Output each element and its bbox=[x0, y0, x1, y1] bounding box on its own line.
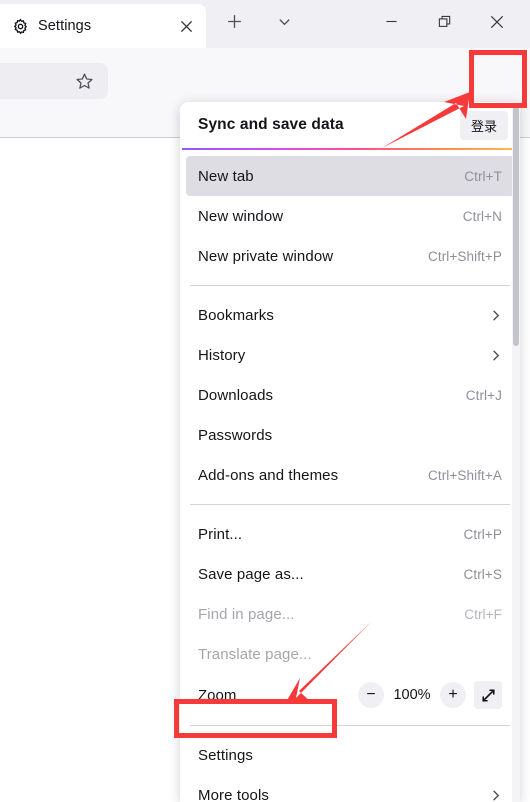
menu-item-label: New tab bbox=[198, 167, 254, 185]
menu-item-print[interactable]: Print... Ctrl+P bbox=[186, 514, 514, 554]
menu-separator bbox=[190, 504, 510, 505]
menu-item-label: New window bbox=[198, 207, 284, 225]
expand-icon[interactable] bbox=[474, 681, 502, 709]
menu-item-find-in-page: Find in page... Ctrl+F bbox=[186, 594, 514, 634]
window-restore-button[interactable] bbox=[422, 0, 468, 48]
menu-item-save-page-as[interactable]: Save page as... Ctrl+S bbox=[186, 554, 514, 594]
menu-item-new-tab[interactable]: New tab Ctrl+T bbox=[186, 156, 514, 196]
new-tab-button[interactable] bbox=[221, 11, 247, 37]
chevron-right-icon bbox=[489, 349, 502, 362]
menu-item-shortcut: Ctrl+F bbox=[464, 606, 502, 622]
sync-and-save-row: Sync and save data 登录 bbox=[180, 102, 520, 148]
menu-item-label: History bbox=[198, 346, 246, 364]
menu-separator bbox=[190, 725, 510, 726]
menu-item-zoom: Zoom − 100% + bbox=[186, 674, 514, 716]
menu-item-label: Settings bbox=[198, 746, 253, 764]
zoom-in-button[interactable]: + bbox=[440, 682, 466, 708]
sync-title: Sync and save data bbox=[198, 116, 344, 133]
menu-item-history[interactable]: History bbox=[186, 335, 514, 375]
address-bar[interactable] bbox=[0, 63, 108, 99]
menu-separator bbox=[190, 285, 510, 286]
menu-item-shortcut: Ctrl+T bbox=[464, 168, 502, 184]
zoom-label: Zoom bbox=[198, 686, 237, 704]
menu-item-label: Bookmarks bbox=[198, 306, 274, 324]
tab-list-button[interactable] bbox=[271, 11, 297, 37]
window-minimize-button[interactable] bbox=[368, 0, 414, 48]
menu-item-more-tools[interactable]: More tools bbox=[186, 775, 514, 802]
menu-item-label: Print... bbox=[198, 525, 243, 543]
menu-item-label: Save page as... bbox=[198, 565, 304, 583]
menu-item-shortcut: Ctrl+N bbox=[462, 208, 502, 224]
menu-group-page: Print... Ctrl+P Save page as... Ctrl+S F… bbox=[180, 508, 520, 722]
menu-item-new-window[interactable]: New window Ctrl+N bbox=[186, 196, 514, 236]
menu-item-translate-page: Translate page... bbox=[186, 634, 514, 674]
minimize-icon bbox=[385, 15, 398, 33]
menu-item-addons-and-themes[interactable]: Add-ons and themes Ctrl+Shift+A bbox=[186, 455, 514, 495]
menu-item-passwords[interactable]: Passwords bbox=[186, 415, 514, 455]
gear-icon bbox=[11, 17, 29, 35]
menu-item-downloads[interactable]: Downloads Ctrl+J bbox=[186, 375, 514, 415]
menu-item-label: New private window bbox=[198, 247, 334, 265]
menu-item-shortcut: Ctrl+J bbox=[465, 387, 502, 403]
menu-scrollbar-thumb[interactable] bbox=[513, 106, 519, 346]
menu-item-label: Find in page... bbox=[198, 605, 295, 623]
sign-in-button[interactable]: 登录 bbox=[459, 110, 508, 140]
menu-item-settings[interactable]: Settings bbox=[186, 735, 514, 775]
window-close-button[interactable] bbox=[474, 0, 520, 48]
chevron-down-icon bbox=[277, 14, 292, 34]
chevron-right-icon bbox=[489, 309, 502, 322]
star-icon[interactable] bbox=[75, 72, 94, 91]
menu-item-shortcut: Ctrl+Shift+A bbox=[428, 467, 502, 483]
menu-item-label: More tools bbox=[198, 786, 270, 802]
restore-icon bbox=[438, 15, 452, 34]
tab-strip: Settings bbox=[0, 0, 530, 48]
tab-title: Settings bbox=[38, 18, 92, 34]
menu-item-shortcut: Ctrl+Shift+P bbox=[428, 248, 502, 264]
menu-group-settings: Settings More tools Report broken site bbox=[180, 729, 520, 802]
menu-scrollbar[interactable] bbox=[512, 102, 520, 802]
close-icon bbox=[490, 15, 504, 34]
application-menu-panel: Sync and save data 登录 New tab Ctrl+T New… bbox=[180, 102, 520, 802]
chevron-right-icon bbox=[489, 789, 502, 802]
zoom-value: 100% bbox=[393, 687, 431, 703]
menu-item-shortcut: Ctrl+S bbox=[463, 566, 502, 582]
tab-close-icon[interactable] bbox=[176, 16, 196, 36]
menu-item-new-private-window[interactable]: New private window Ctrl+Shift+P bbox=[186, 236, 514, 276]
menu-group-new: New tab Ctrl+T New window Ctrl+N New pri… bbox=[180, 150, 520, 282]
browser-window: Settings Sync and save data 登录 New tab C… bbox=[0, 0, 530, 802]
menu-item-label: Translate page... bbox=[198, 645, 312, 663]
zoom-out-button[interactable]: − bbox=[358, 682, 384, 708]
menu-item-label: Add-ons and themes bbox=[198, 466, 339, 484]
menu-item-shortcut: Ctrl+P bbox=[463, 526, 502, 542]
menu-item-label: Downloads bbox=[198, 386, 274, 404]
plus-icon bbox=[226, 13, 243, 35]
browser-tab[interactable]: Settings bbox=[0, 4, 206, 48]
menu-item-label: Passwords bbox=[198, 426, 273, 444]
menu-item-bookmarks[interactable]: Bookmarks bbox=[186, 295, 514, 335]
menu-group-library: Bookmarks History Downloads Ctrl+J Passw… bbox=[180, 289, 520, 501]
